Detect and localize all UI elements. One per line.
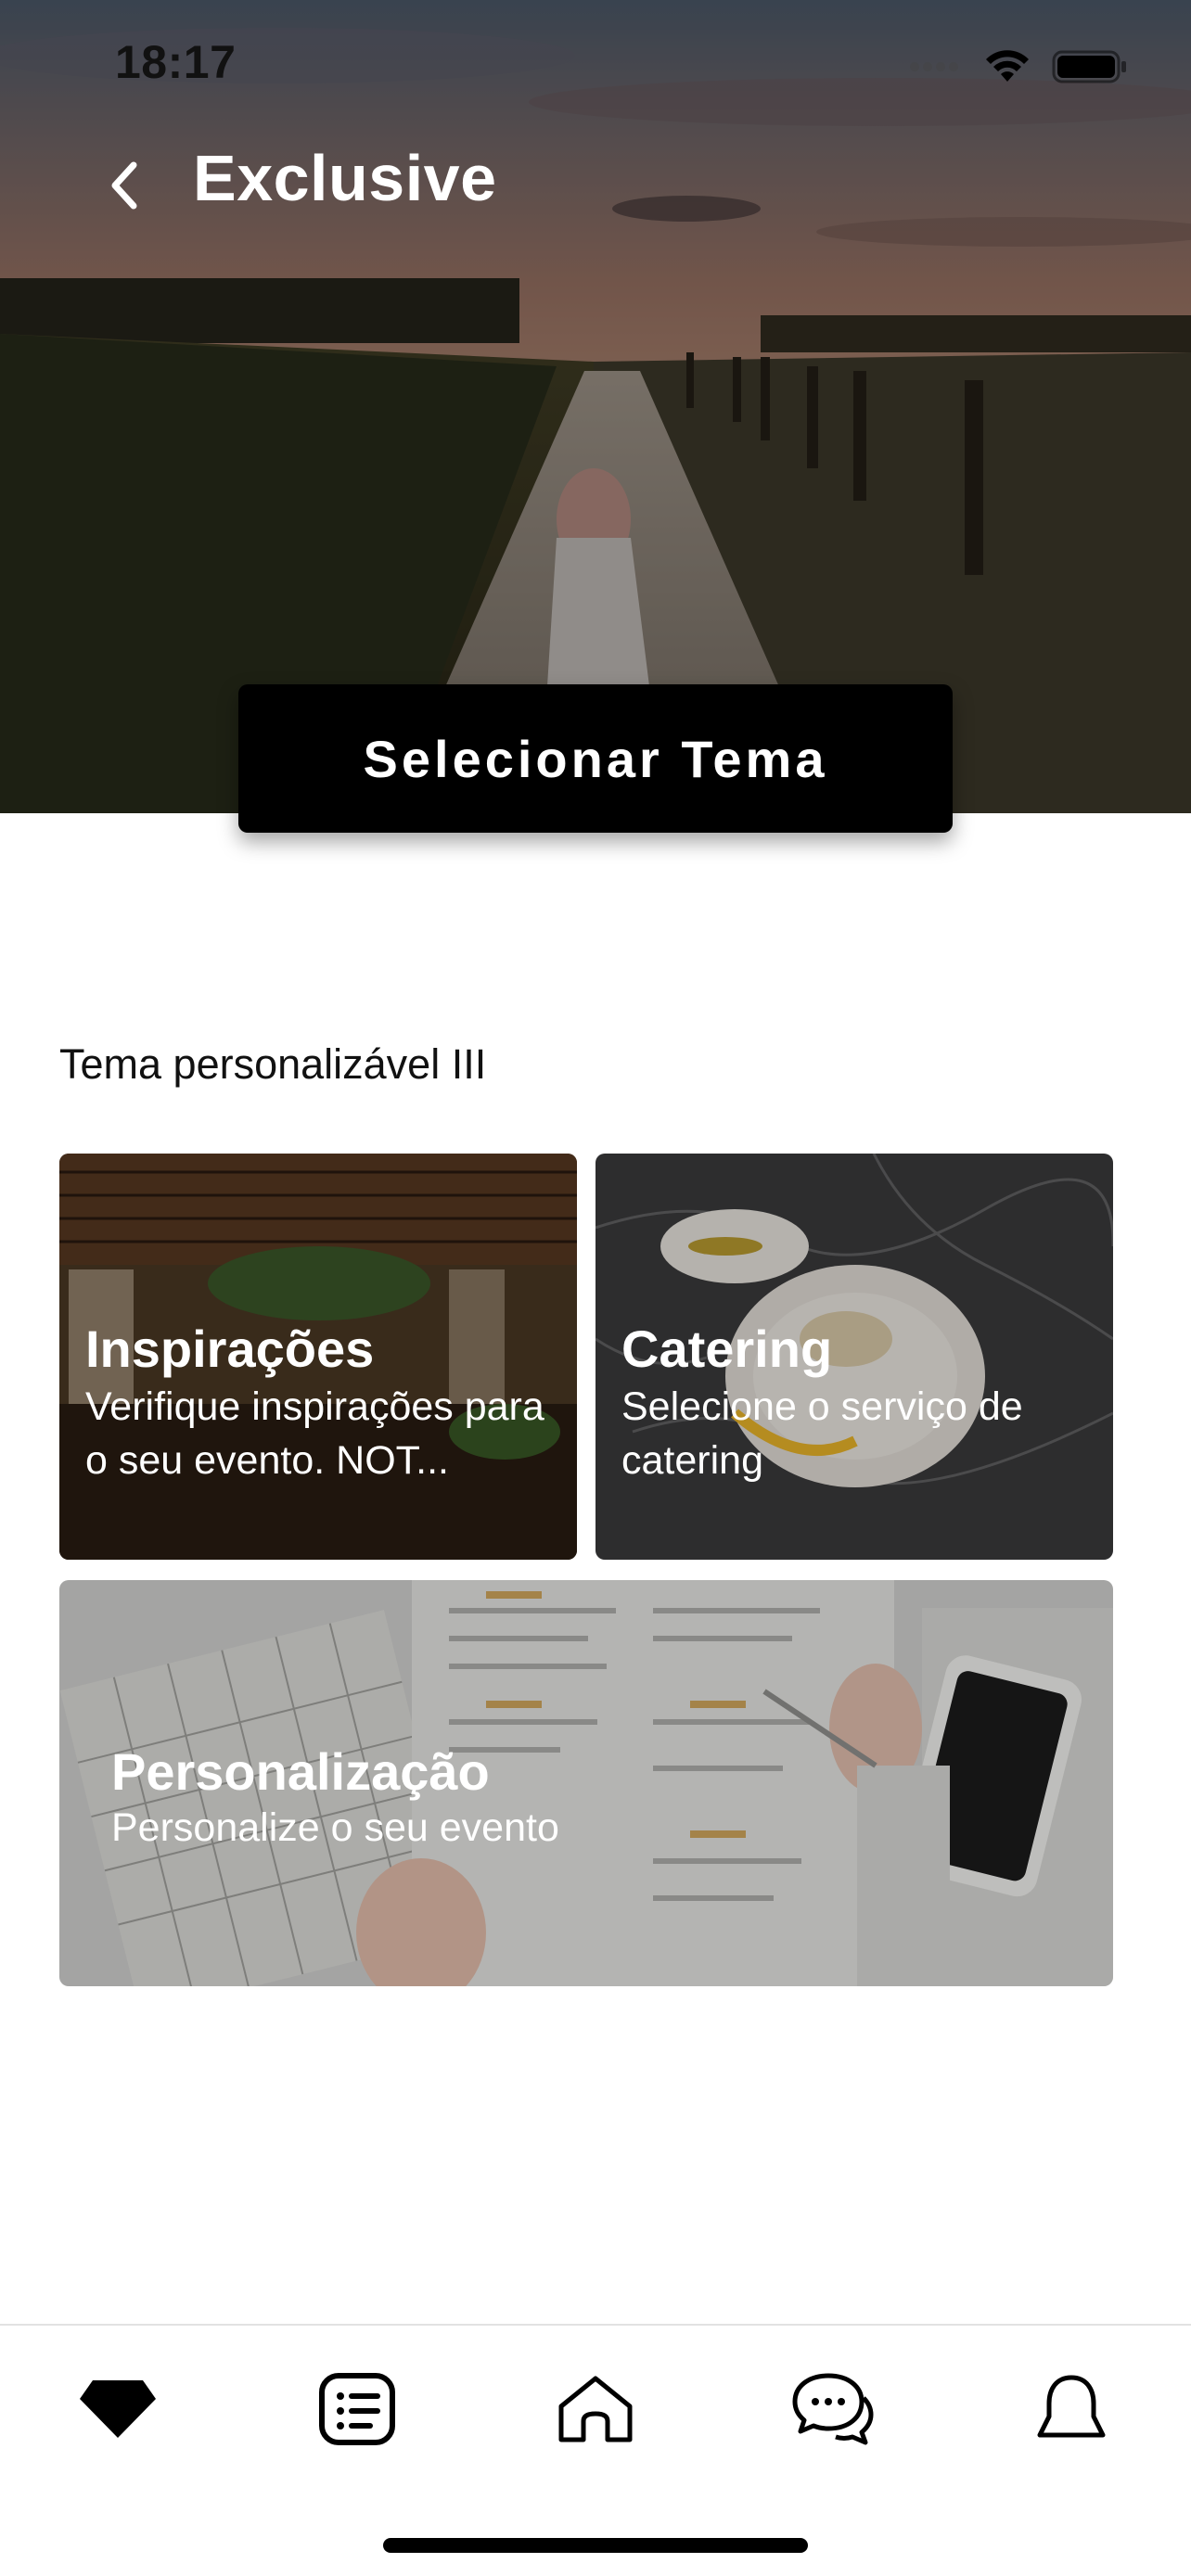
wifi-icon (986, 50, 1029, 82)
chat-bubbles-icon (792, 2373, 874, 2445)
signal-icon (910, 62, 958, 71)
section-label: Tema personalizável III (59, 1040, 487, 1088)
list-icon (319, 2373, 395, 2445)
home-indicator[interactable] (383, 2538, 808, 2553)
diamond-icon (80, 2380, 156, 2438)
card-catering[interactable]: Catering Selecione o serviço de catering (596, 1154, 1113, 1560)
chevron-left-icon (111, 161, 137, 210)
card-subtitle: Selecione o serviço de catering (621, 1384, 1023, 1484)
tab-exclusive[interactable] (67, 2363, 169, 2455)
card-title: Personalização (111, 1742, 490, 1801)
card-inspiracoes[interactable]: Inspirações Verifique inspirações para o… (59, 1154, 577, 1560)
card-personalizacao[interactable]: Personalização Personalize o seu evento (59, 1580, 1113, 1986)
tab-home[interactable] (544, 2363, 647, 2455)
back-button[interactable] (96, 148, 152, 223)
card-title: Inspirações (85, 1320, 375, 1378)
tab-notifications[interactable] (1020, 2363, 1122, 2455)
status-bar: 18:17 (0, 0, 1191, 139)
card-subtitle: Personalize o seu evento (111, 1805, 559, 1850)
home-icon (558, 2376, 633, 2442)
page-title: Exclusive (193, 142, 497, 214)
status-icons (907, 46, 1128, 87)
select-theme-button[interactable]: Selecionar Tema (238, 684, 953, 833)
battery-icon (1052, 50, 1126, 83)
card-subtitle: Verifique inspirações para o seu evento.… (85, 1384, 544, 1484)
app-screen: 18:17 Exclusive Selecionar Tema Tema per… (0, 0, 1191, 2576)
bell-icon (1037, 2375, 1106, 2438)
tab-list[interactable] (306, 2363, 408, 2455)
card-title: Catering (621, 1320, 833, 1378)
tab-messages[interactable] (782, 2363, 884, 2455)
status-time: 18:17 (115, 36, 237, 88)
